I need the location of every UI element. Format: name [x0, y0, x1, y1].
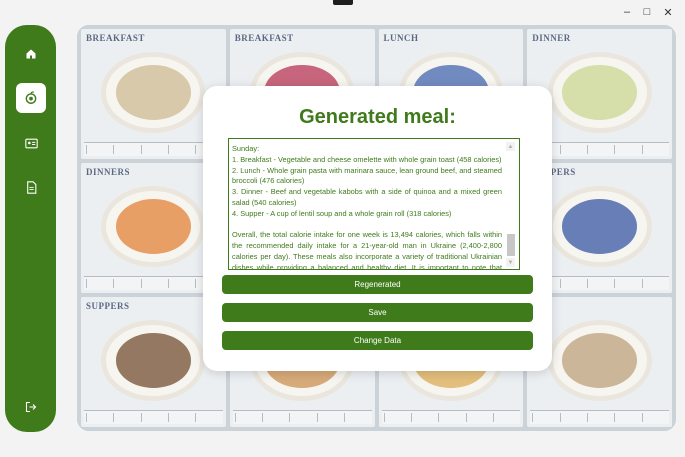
dialog-title: Generated meal: [299, 106, 456, 128]
home-icon [26, 49, 36, 59]
sidebar [5, 25, 56, 432]
generated-meal-dialog: Generated meal: Sunday: 1. Breakfast - V… [203, 86, 552, 371]
close-button[interactable]: ✕ [661, 5, 675, 19]
scrollbar[interactable]: ▲ ▼ [503, 139, 519, 269]
scroll-up-arrow-icon[interactable]: ▲ [506, 142, 515, 151]
document-button[interactable] [16, 172, 46, 202]
meal-plan-text: Sunday: 1. Breakfast - Vegetable and che… [232, 144, 502, 270]
summary-paragraph: Overall, the total calorie intake for on… [232, 230, 502, 270]
id-card-icon [24, 138, 38, 148]
save-button[interactable]: Save [222, 303, 533, 322]
day-heading: Sunday: [232, 144, 260, 153]
meal-plan-textbox[interactable]: Sunday: 1. Breakfast - Vegetable and che… [228, 138, 520, 270]
scroll-thumb[interactable] [507, 234, 515, 256]
scroll-down-arrow-icon[interactable]: ▼ [506, 258, 515, 267]
document-icon [26, 180, 36, 194]
meal-line-breakfast: 1. Breakfast - Vegetable and cheese omel… [232, 154, 502, 164]
home-button[interactable] [16, 39, 46, 69]
meal-generator-icon [25, 91, 37, 104]
regenerated-button[interactable]: Regenerated [222, 275, 533, 294]
maximize-button[interactable]: □ [640, 5, 654, 19]
logout-icon [25, 401, 37, 413]
id-card-button[interactable] [16, 128, 46, 158]
drag-handle[interactable] [333, 0, 353, 5]
meal-line-dinner: 3. Dinner - Beef and vegetable kabobs wi… [232, 187, 502, 207]
minimize-button[interactable]: – [620, 5, 634, 19]
logout-button[interactable] [16, 392, 46, 422]
meal-generator-button[interactable] [16, 83, 46, 113]
meal-line-supper: 4. Supper - A cup of lentil soup and a w… [232, 208, 452, 218]
title-bar: – □ ✕ [0, 0, 685, 24]
change-data-button[interactable]: Change Data [222, 331, 533, 350]
meal-line-lunch: 2. Lunch - Whole grain pasta with marina… [232, 165, 502, 186]
